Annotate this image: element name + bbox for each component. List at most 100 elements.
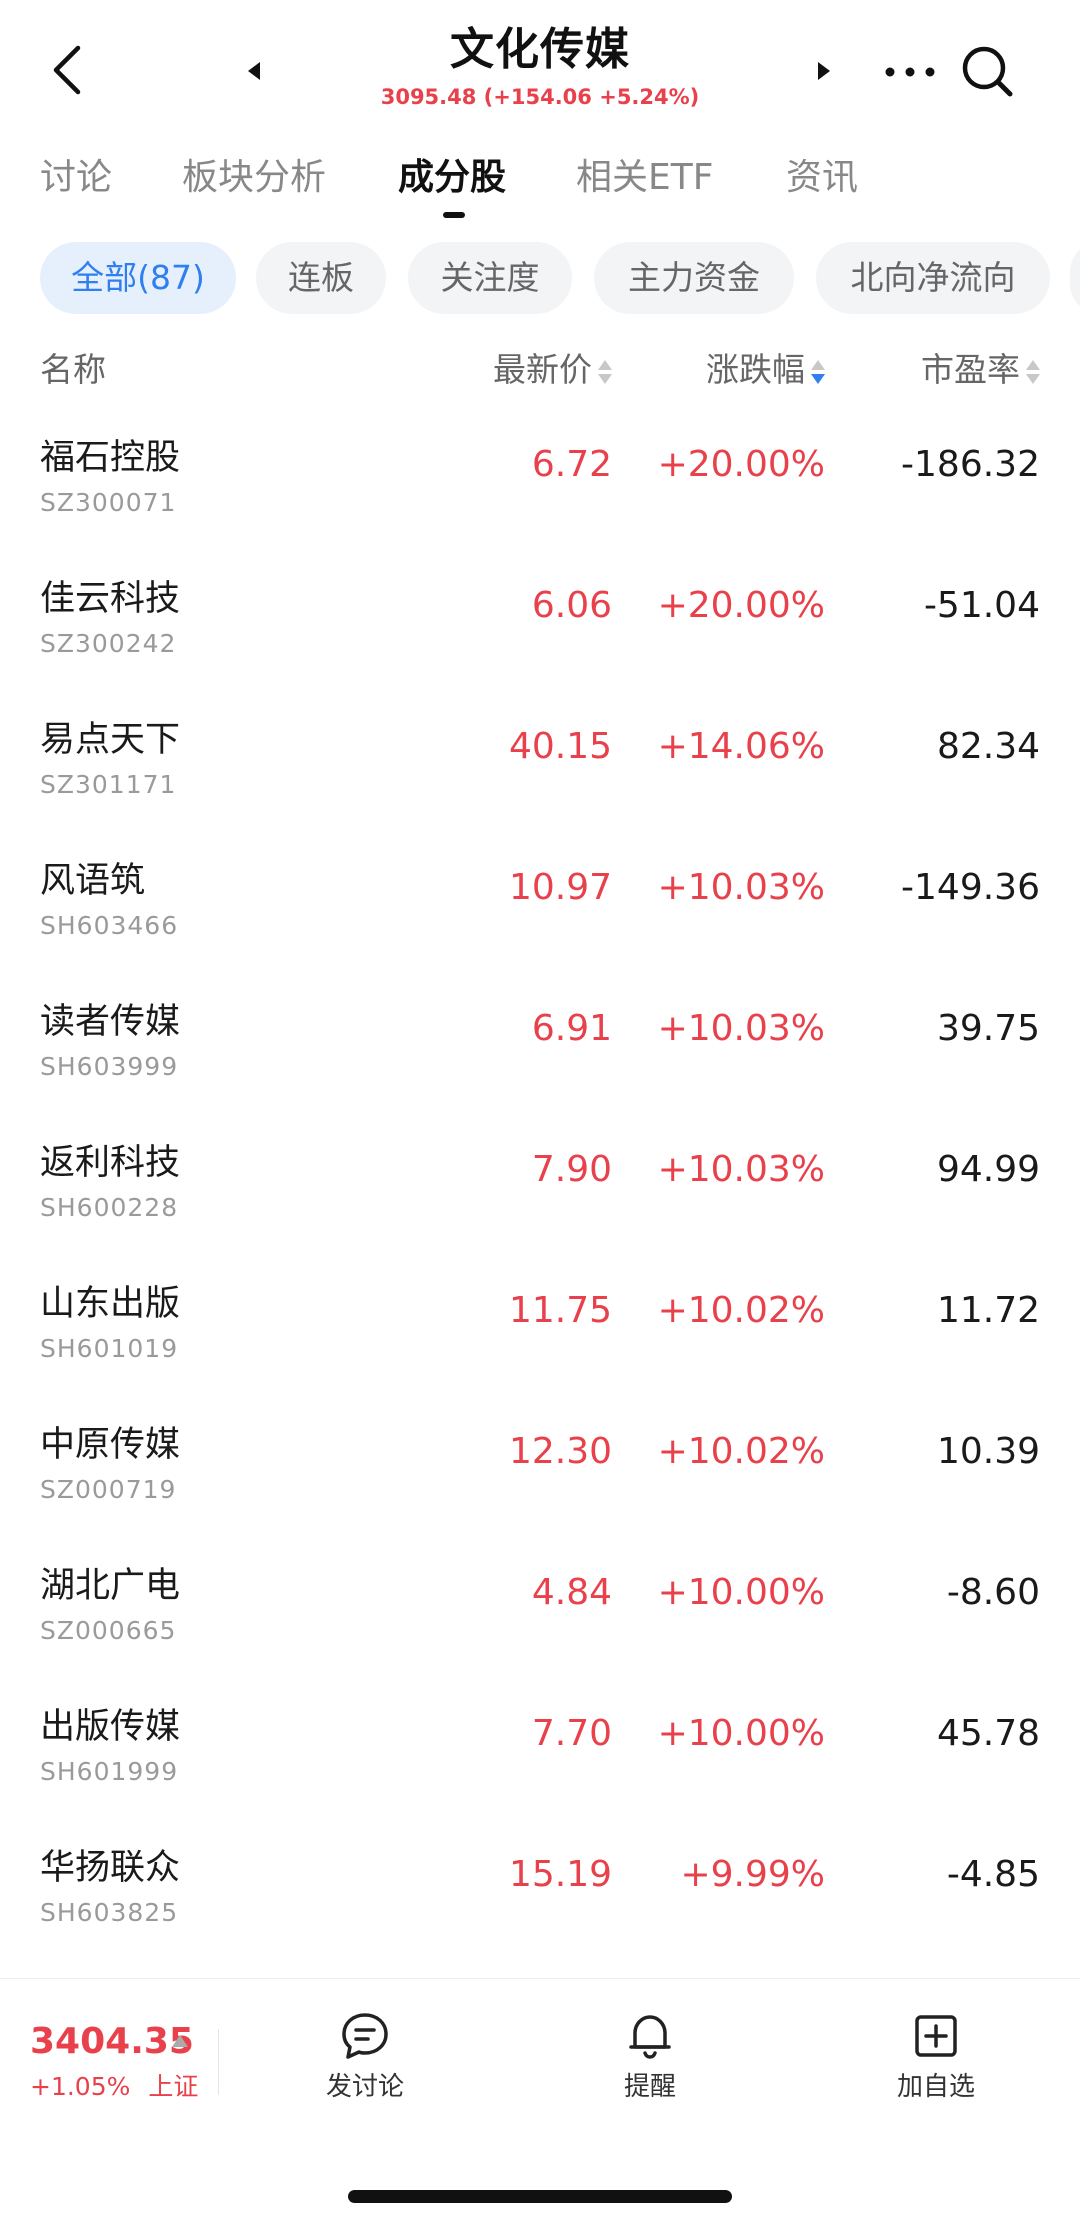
stock-code: SH603825 <box>40 1898 179 1927</box>
stock-pe: 10.39 <box>936 1431 1040 1472</box>
tab-bar: 讨论 板块分析 成分股 相关ETF 资讯 <box>0 150 1080 230</box>
stock-code: SH603466 <box>40 911 179 940</box>
index-change: +1.05% 上证 <box>30 2071 198 2103</box>
index-change-pct: +1.05% <box>30 2072 131 2101</box>
col-change-label: 涨跌幅 <box>706 350 805 389</box>
stock-price: 6.72 <box>531 444 612 485</box>
stock-code: SZ000665 <box>40 1616 177 1645</box>
stock-change: +10.00% <box>657 1572 825 1613</box>
stock-name: 山东出版 <box>40 1284 181 1324</box>
table-row[interactable]: 山东出版 SH601019 11.75 +10.02% 11.72 <box>0 1266 1080 1407</box>
post-discussion-button[interactable]: 发讨论 <box>295 2009 435 2105</box>
add-watchlist-button[interactable]: 加自选 <box>866 2009 1006 2105</box>
tab-related-etf[interactable]: 相关ETF <box>576 150 713 206</box>
chat-bubble-icon <box>342 2013 388 2059</box>
stock-price: 7.70 <box>531 1713 612 1754</box>
stock-code: SH603999 <box>40 1052 179 1081</box>
filter-chips: 全部(87) 连板 关注度 主力资金 北向净流向 <box>0 242 1080 314</box>
stock-price: 7.90 <box>531 1149 612 1190</box>
stock-price: 15.19 <box>508 1854 612 1895</box>
stock-pe: -4.85 <box>946 1854 1040 1895</box>
sort-icon <box>598 358 612 386</box>
stock-pe: 82.34 <box>936 726 1040 767</box>
search-icon[interactable] <box>958 42 1018 102</box>
stock-code: SH601019 <box>40 1334 179 1363</box>
stock-sector-page: 文化传媒 3095.48 (+154.06 +5.24%) 讨论 板块分析 成分… <box>0 0 1080 2224</box>
sector-quote: 3095.48 (+154.06 +5.24%) <box>380 85 700 109</box>
stock-name: 风语筑 <box>40 861 146 901</box>
chip-overflow[interactable] <box>1070 242 1080 314</box>
prev-sector-icon[interactable] <box>240 56 270 86</box>
stock-pe: 39.75 <box>936 1008 1040 1049</box>
sort-icon <box>1026 358 1040 386</box>
page-title: 文化传媒 <box>450 24 630 75</box>
stock-name: 佳云科技 <box>40 579 181 619</box>
alert-button[interactable]: 提醒 <box>580 2009 720 2105</box>
stock-pe: 45.78 <box>936 1713 1040 1754</box>
header: 文化传媒 3095.48 (+154.06 +5.24%) <box>0 0 1080 140</box>
stock-name: 易点天下 <box>40 720 181 760</box>
col-name: 名称 <box>40 350 106 389</box>
stock-pe: 94.99 <box>936 1149 1040 1190</box>
stock-price: 10.97 <box>508 867 612 908</box>
home-indicator[interactable] <box>348 2190 732 2203</box>
table-row[interactable]: 福石控股 SZ300071 6.72 +20.00% -186.32 <box>0 420 1080 561</box>
bottom-toolbar: 3404.35 +1.05% 上证 发讨论 提醒 加自选 <box>0 1978 1080 2118</box>
stock-name: 出版传媒 <box>40 1707 181 1747</box>
table-row[interactable]: 华扬联众 SH603825 15.19 +9.99% -4.85 <box>0 1830 1080 1971</box>
stock-change: +10.03% <box>657 1008 825 1049</box>
stock-change: +10.02% <box>657 1431 825 1472</box>
stock-price: 40.15 <box>508 726 612 767</box>
stock-change: +20.00% <box>657 444 825 485</box>
tab-news[interactable]: 资讯 <box>786 150 858 206</box>
stock-change: +14.06% <box>657 726 825 767</box>
back-arrow-icon[interactable] <box>40 40 100 100</box>
table-row[interactable]: 易点天下 SZ301171 40.15 +14.06% 82.34 <box>0 702 1080 843</box>
more-icon[interactable] <box>880 52 940 92</box>
stock-code: SZ300071 <box>40 488 177 517</box>
tab-discussion[interactable]: 讨论 <box>40 150 112 206</box>
stock-pe: -8.60 <box>946 1572 1040 1613</box>
stock-change: +10.00% <box>657 1713 825 1754</box>
stock-pe: -149.36 <box>901 867 1040 908</box>
active-tab-indicator <box>443 212 465 218</box>
stock-name: 湖北广电 <box>40 1566 181 1606</box>
chip-northbound-flow[interactable]: 北向净流向 <box>816 242 1050 314</box>
divider <box>218 2029 219 2095</box>
col-pe-label: 市盈率 <box>921 350 1020 389</box>
stock-name: 中原传媒 <box>40 1425 181 1465</box>
stock-change: +10.02% <box>657 1290 825 1331</box>
stock-code: SZ301171 <box>40 770 177 799</box>
tab-sector-analysis[interactable]: 板块分析 <box>182 150 326 206</box>
table-row[interactable]: 返利科技 SH600228 7.90 +10.03% 94.99 <box>0 1125 1080 1266</box>
index-up-icon <box>172 2035 188 2047</box>
stock-name: 返利科技 <box>40 1143 181 1183</box>
table-row[interactable]: 读者传媒 SH603999 6.91 +10.03% 39.75 <box>0 984 1080 1125</box>
stock-price: 6.91 <box>531 1008 612 1049</box>
next-sector-icon[interactable] <box>808 56 838 86</box>
col-change[interactable]: 涨跌幅 <box>706 340 825 400</box>
chip-main-funds[interactable]: 主力资金 <box>594 242 794 314</box>
stock-pe: 11.72 <box>936 1290 1040 1331</box>
chip-all[interactable]: 全部(87) <box>40 242 236 314</box>
col-pe[interactable]: 市盈率 <box>921 340 1040 400</box>
table-row[interactable]: 湖北广电 SZ000665 4.84 +10.00% -8.60 <box>0 1548 1080 1689</box>
table-row[interactable]: 出版传媒 SH601999 7.70 +10.00% 45.78 <box>0 1689 1080 1830</box>
stock-name: 华扬联众 <box>40 1848 181 1888</box>
add-watchlist-label: 加自选 <box>896 2072 975 2102</box>
table-row[interactable]: 佳云科技 SZ300242 6.06 +20.00% -51.04 <box>0 561 1080 702</box>
stock-code: SH600228 <box>40 1193 179 1222</box>
stock-pe: -186.32 <box>901 444 1040 485</box>
stock-code: SZ000719 <box>40 1475 177 1504</box>
chip-attention[interactable]: 关注度 <box>408 242 572 314</box>
table-row[interactable]: 中原传媒 SZ000719 12.30 +10.02% 10.39 <box>0 1407 1080 1548</box>
col-price[interactable]: 最新价 <box>493 340 612 400</box>
alert-label: 提醒 <box>623 2072 676 2102</box>
stock-price: 6.06 <box>531 585 612 626</box>
title-block: 文化传媒 3095.48 (+154.06 +5.24%) <box>340 22 740 112</box>
tab-constituents[interactable]: 成分股 <box>398 150 506 206</box>
chip-consecutive-limit[interactable]: 连板 <box>256 242 386 314</box>
stock-price: 4.84 <box>531 1572 612 1613</box>
sort-desc-icon <box>811 358 825 386</box>
table-row[interactable]: 风语筑 SH603466 10.97 +10.03% -149.36 <box>0 843 1080 984</box>
